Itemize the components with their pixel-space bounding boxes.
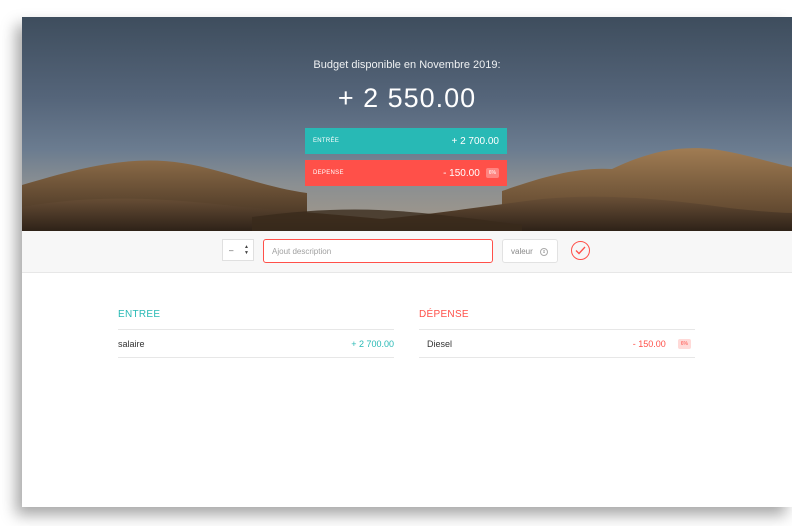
value-input-placeholder: valeur xyxy=(511,246,533,256)
budget-title: Budget disponible en Novembre 2019: xyxy=(313,59,501,71)
type-select-value: – xyxy=(229,245,234,255)
income-summary: ENTRÉE + 2 700.00 xyxy=(305,128,507,154)
check-icon xyxy=(575,246,586,255)
app-window: Budget disponible en Novembre 2019: + 2 … xyxy=(22,17,792,507)
expense-item-value: - 150.00 xyxy=(632,338,666,349)
income-list-title: ENTREE xyxy=(118,309,161,320)
value-input[interactable]: valeur ⇕ xyxy=(502,239,558,263)
spinner-icon[interactable]: ⇕ xyxy=(540,248,548,256)
list-item[interactable]: salaire + 2 700.00 xyxy=(118,329,394,358)
expense-summary-percentage: 6% xyxy=(485,168,499,178)
expense-list: DÉPENSE Diesel - 150.00 6% xyxy=(419,309,695,358)
income-item-value: + 2 700.00 xyxy=(351,338,394,349)
add-item-bar: – ▲▼ valeur ⇕ xyxy=(22,231,792,273)
income-summary-label: ENTRÉE xyxy=(313,138,340,144)
expense-item-description: Diesel xyxy=(427,338,453,349)
expense-summary: DEPENSE - 150.00 6% xyxy=(305,160,507,186)
budget-header: Budget disponible en Novembre 2019: + 2 … xyxy=(22,17,792,231)
spinner-arrows-icon: ▲ ▼ xyxy=(244,244,249,256)
list-item[interactable]: Diesel - 150.00 6% xyxy=(419,329,695,358)
expense-summary-value: - 150.00 xyxy=(443,167,480,179)
income-summary-value: + 2 700.00 xyxy=(451,135,499,147)
income-list: ENTREE salaire + 2 700.00 xyxy=(118,309,394,358)
expense-list-title: DÉPENSE xyxy=(419,309,469,320)
mountain-background xyxy=(22,148,792,231)
expense-item-percentage: 6% xyxy=(677,338,691,349)
expense-summary-label: DEPENSE xyxy=(313,170,344,176)
description-input[interactable] xyxy=(263,239,493,263)
budget-value: + 2 550.00 xyxy=(337,83,477,113)
add-item-button[interactable] xyxy=(571,241,590,260)
type-select[interactable]: – ▲ ▼ xyxy=(222,239,254,261)
income-item-description: salaire xyxy=(118,338,145,349)
